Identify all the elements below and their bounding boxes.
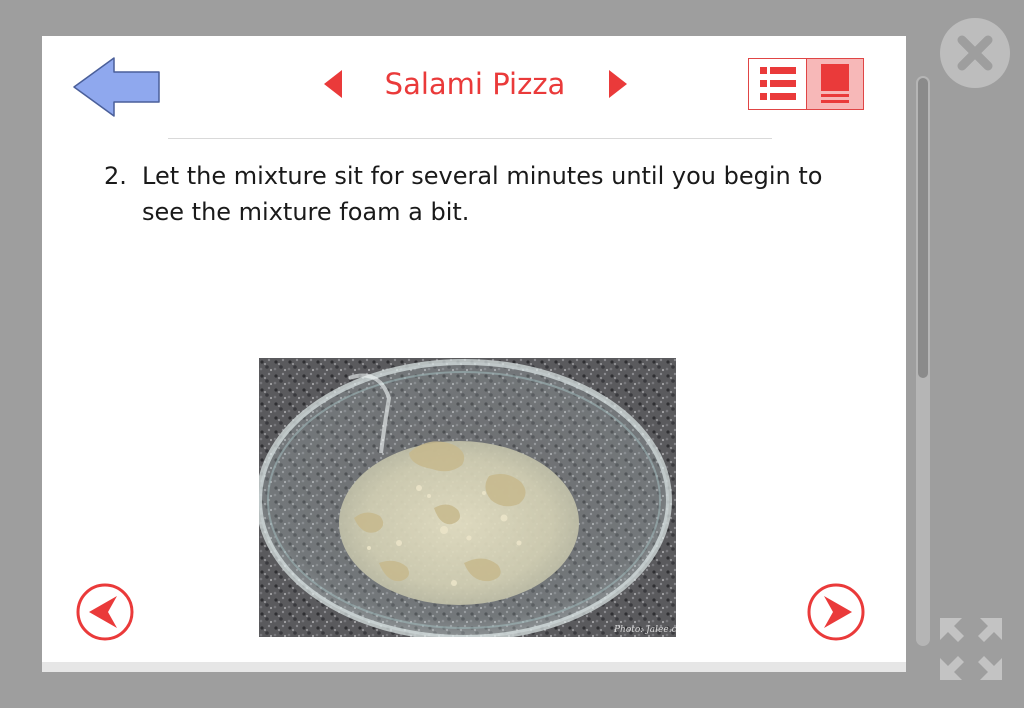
photo-watermark: Photo: Jalee.com [613, 625, 676, 635]
prev-step-button[interactable] [75, 582, 135, 642]
list-view-button[interactable] [749, 59, 806, 109]
next-step-button[interactable] [806, 582, 866, 642]
circle-chevron-right-icon [807, 583, 865, 641]
step-photo: Photo: Jalee.com [259, 358, 676, 637]
expand-icon [940, 618, 1002, 680]
triangle-right-icon [609, 70, 627, 98]
fullscreen-button[interactable] [938, 616, 1004, 682]
list-view-icon [760, 67, 796, 100]
step-instruction: 2. Let the mixture sit for several minut… [104, 158, 844, 230]
page-view-icon [821, 64, 849, 103]
view-toggle [748, 58, 864, 110]
scrollbar-thumb[interactable] [918, 78, 928, 378]
close-icon [940, 18, 1010, 88]
back-button[interactable] [72, 56, 162, 120]
circle-chevron-left-icon [76, 583, 134, 641]
title-bar: Salami Pizza [320, 60, 630, 108]
next-recipe-button[interactable] [608, 70, 628, 98]
close-button[interactable] [938, 16, 1012, 90]
panel-bottom-strip [42, 662, 906, 672]
page-view-button[interactable] [806, 59, 863, 109]
step-text: Let the mixture sit for several minutes … [142, 162, 823, 226]
back-arrow-icon [73, 57, 160, 117]
step-number: 2. [104, 162, 127, 190]
header-divider [168, 138, 772, 139]
recipe-title: Salami Pizza [384, 67, 566, 101]
